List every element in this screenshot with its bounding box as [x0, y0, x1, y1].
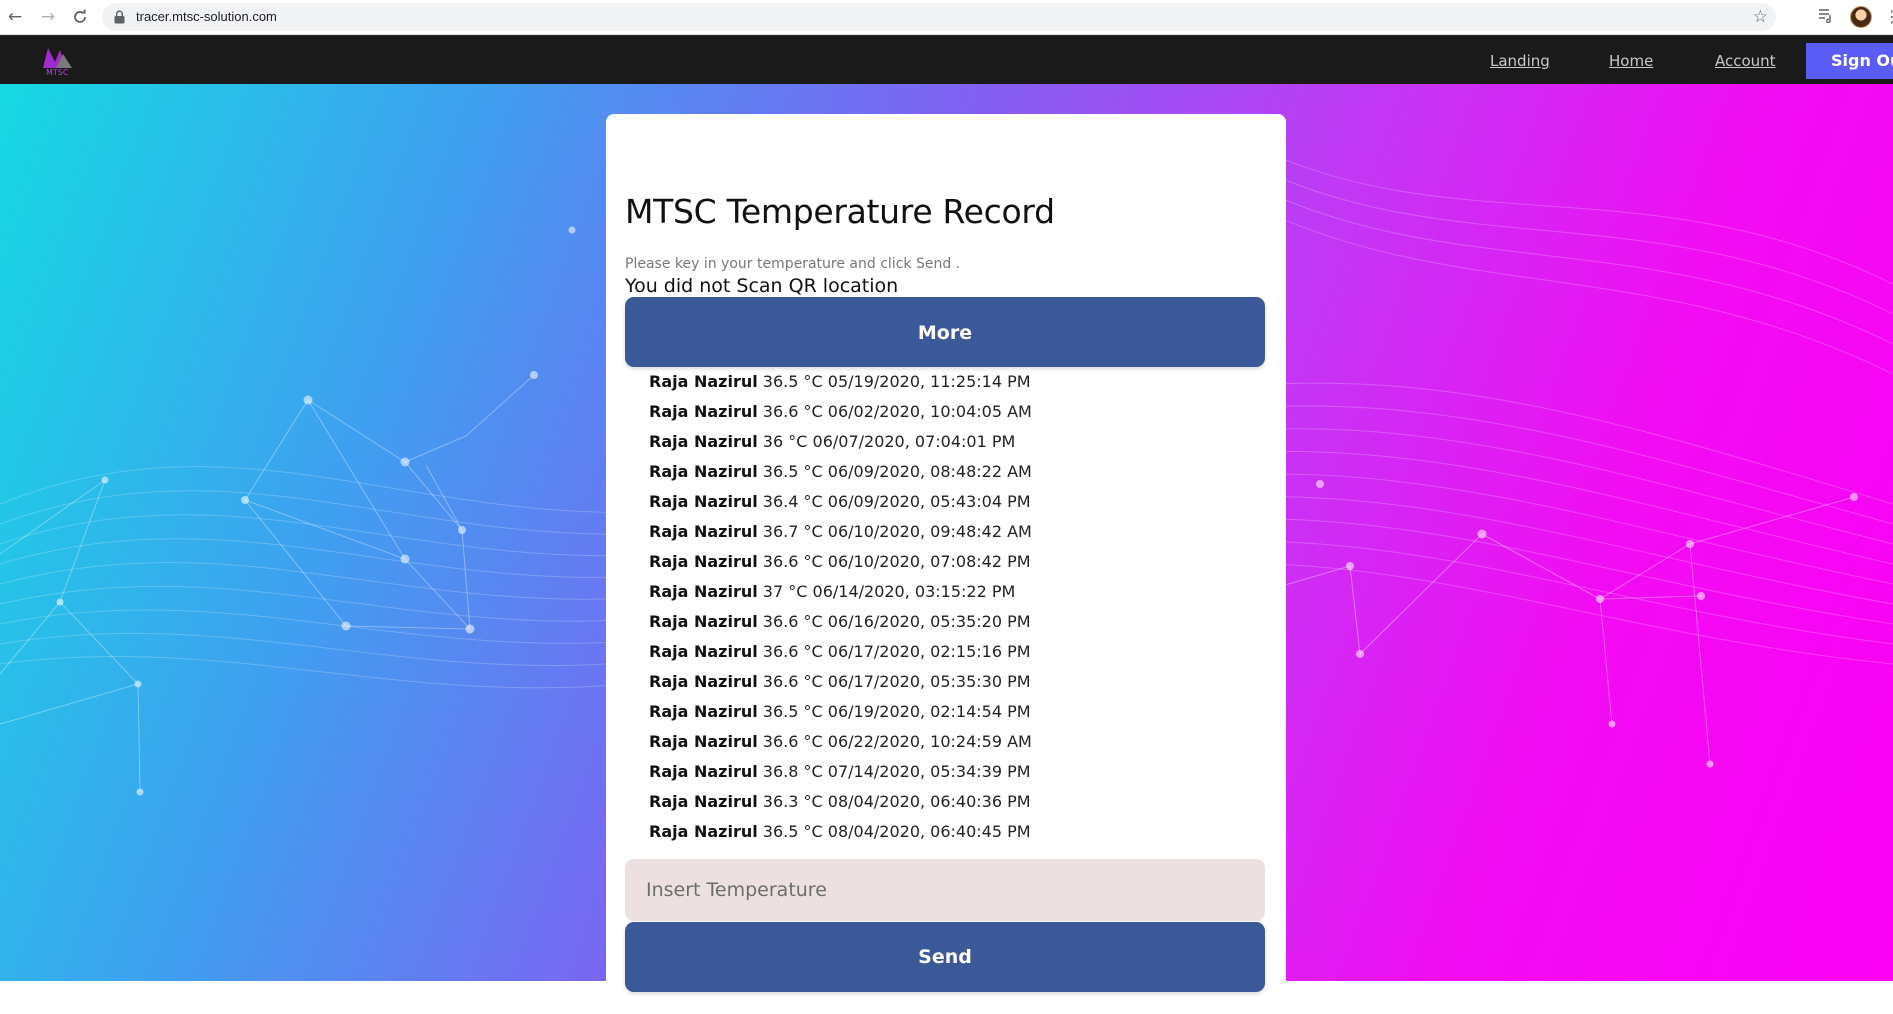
- record-name: Raja Nazirul: [649, 762, 758, 781]
- record-name: Raja Nazirul: [649, 402, 758, 421]
- record-item: Raja Nazirul 36.6 °C 06/17/2020, 02:15:1…: [649, 637, 1032, 667]
- lock-icon: [114, 9, 125, 28]
- record-detail: 36.5 °C 06/19/2020, 02:14:54 PM: [757, 702, 1031, 721]
- record-item: Raja Nazirul 36.6 °C 06/10/2020, 07:08:4…: [649, 547, 1032, 577]
- record-item: Raja Nazirul 37 °C 06/14/2020, 03:15:22 …: [649, 577, 1032, 607]
- record-item: Raja Nazirul 36.7 °C 06/10/2020, 09:48:4…: [649, 517, 1032, 547]
- temperature-record-list: Raja Nazirul 36.5 °C 05/19/2020, 11:25:1…: [649, 367, 1032, 847]
- record-detail: 36.6 °C 06/16/2020, 05:35:20 PM: [757, 612, 1031, 631]
- back-arrow-icon[interactable]: ←: [4, 6, 26, 28]
- record-item: Raja Nazirul 36.6 °C 06/17/2020, 05:35:3…: [649, 667, 1032, 697]
- record-detail: 36.3 °C 08/04/2020, 06:40:36 PM: [757, 792, 1031, 811]
- temperature-card: MTSC Temperature Record Please key in yo…: [606, 114, 1286, 1014]
- record-name: Raja Nazirul: [649, 432, 758, 451]
- record-name: Raja Nazirul: [649, 522, 758, 541]
- record-item: Raja Nazirul 36.6 °C 06/22/2020, 10:24:5…: [649, 727, 1032, 757]
- record-name: Raja Nazirul: [649, 612, 758, 631]
- record-item: Raja Nazirul 36.5 °C 06/09/2020, 08:48:2…: [649, 457, 1032, 487]
- record-name: Raja Nazirul: [649, 792, 758, 811]
- temperature-input[interactable]: [625, 859, 1265, 921]
- record-item: Raja Nazirul 36.6 °C 06/02/2020, 10:04:0…: [649, 397, 1032, 427]
- url-text: tracer.mtsc-solution.com: [136, 9, 277, 24]
- kebab-menu-icon[interactable]: ⋮: [1884, 7, 1893, 26]
- svg-text:MTSC: MTSC: [46, 68, 69, 77]
- record-name: Raja Nazirul: [649, 822, 758, 841]
- avatar[interactable]: [1850, 6, 1872, 28]
- send-button[interactable]: Send: [625, 922, 1265, 992]
- record-name: Raja Nazirul: [649, 552, 758, 571]
- record-detail: 36.5 °C 05/19/2020, 11:25:14 PM: [757, 372, 1031, 391]
- more-button[interactable]: More: [625, 297, 1265, 367]
- record-item: Raja Nazirul 36.4 °C 06/09/2020, 05:43:0…: [649, 487, 1032, 517]
- record-detail: 36.6 °C 06/02/2020, 10:04:05 AM: [757, 402, 1032, 421]
- site-header: MTSC Landing Home Account Sign Out: [0, 35, 1893, 85]
- nav-account-link[interactable]: Account: [1715, 52, 1776, 70]
- forward-arrow-icon[interactable]: →: [37, 6, 59, 28]
- record-item: Raja Nazirul 36.6 °C 06/16/2020, 05:35:2…: [649, 607, 1032, 637]
- record-item: Raja Nazirul 36.5 °C 08/04/2020, 06:40:4…: [649, 817, 1032, 847]
- instruction-text: Please key in your temperature and click…: [625, 256, 961, 272]
- record-name: Raja Nazirul: [649, 462, 758, 481]
- record-detail: 36.8 °C 07/14/2020, 05:34:39 PM: [757, 762, 1031, 781]
- nav-home-link[interactable]: Home: [1609, 52, 1653, 70]
- record-item: Raja Nazirul 36 °C 06/07/2020, 07:04:01 …: [649, 427, 1032, 457]
- record-detail: 36.6 °C 06/17/2020, 05:35:30 PM: [757, 672, 1031, 691]
- reload-icon[interactable]: [69, 6, 91, 28]
- nav-landing-link[interactable]: Landing: [1490, 52, 1550, 70]
- qr-warning-text: You did not Scan QR location: [625, 275, 899, 297]
- record-detail: 36.5 °C 08/04/2020, 06:40:45 PM: [757, 822, 1031, 841]
- record-name: Raja Nazirul: [649, 372, 758, 391]
- record-detail: 37 °C 06/14/2020, 03:15:22 PM: [757, 582, 1016, 601]
- record-name: Raja Nazirul: [649, 702, 758, 721]
- sign-out-button[interactable]: Sign Out: [1806, 43, 1893, 79]
- record-detail: 36.7 °C 06/10/2020, 09:48:42 AM: [757, 522, 1032, 541]
- record-item: Raja Nazirul 36.5 °C 06/19/2020, 02:14:5…: [649, 697, 1032, 727]
- record-detail: 36 °C 06/07/2020, 07:04:01 PM: [757, 432, 1016, 451]
- record-detail: 36.6 °C 06/17/2020, 02:15:16 PM: [757, 642, 1031, 661]
- record-item: Raja Nazirul 36.3 °C 08/04/2020, 06:40:3…: [649, 787, 1032, 817]
- record-name: Raja Nazirul: [649, 582, 758, 601]
- record-name: Raja Nazirul: [649, 492, 758, 511]
- record-detail: 36.6 °C 06/22/2020, 10:24:59 AM: [757, 732, 1032, 751]
- record-name: Raja Nazirul: [649, 672, 758, 691]
- record-detail: 36.4 °C 06/09/2020, 05:43:04 PM: [757, 492, 1031, 511]
- address-bar[interactable]: tracer.mtsc-solution.com ☆: [102, 3, 1776, 31]
- record-detail: 36.6 °C 06/10/2020, 07:08:42 PM: [757, 552, 1031, 571]
- record-item: Raja Nazirul 36.5 °C 05/19/2020, 11:25:1…: [649, 367, 1032, 397]
- record-item: Raja Nazirul 36.8 °C 07/14/2020, 05:34:3…: [649, 757, 1032, 787]
- browser-toolbar: ← → tracer.mtsc-solution.com ☆ ⋮: [0, 0, 1893, 35]
- record-detail: 36.5 °C 06/09/2020, 08:48:22 AM: [757, 462, 1032, 481]
- playlist-icon[interactable]: [1818, 7, 1834, 27]
- page-title: MTSC Temperature Record: [625, 192, 1055, 231]
- record-name: Raja Nazirul: [649, 732, 758, 751]
- mtsc-logo[interactable]: MTSC: [40, 42, 76, 78]
- star-icon[interactable]: ☆: [1753, 7, 1768, 27]
- record-name: Raja Nazirul: [649, 642, 758, 661]
